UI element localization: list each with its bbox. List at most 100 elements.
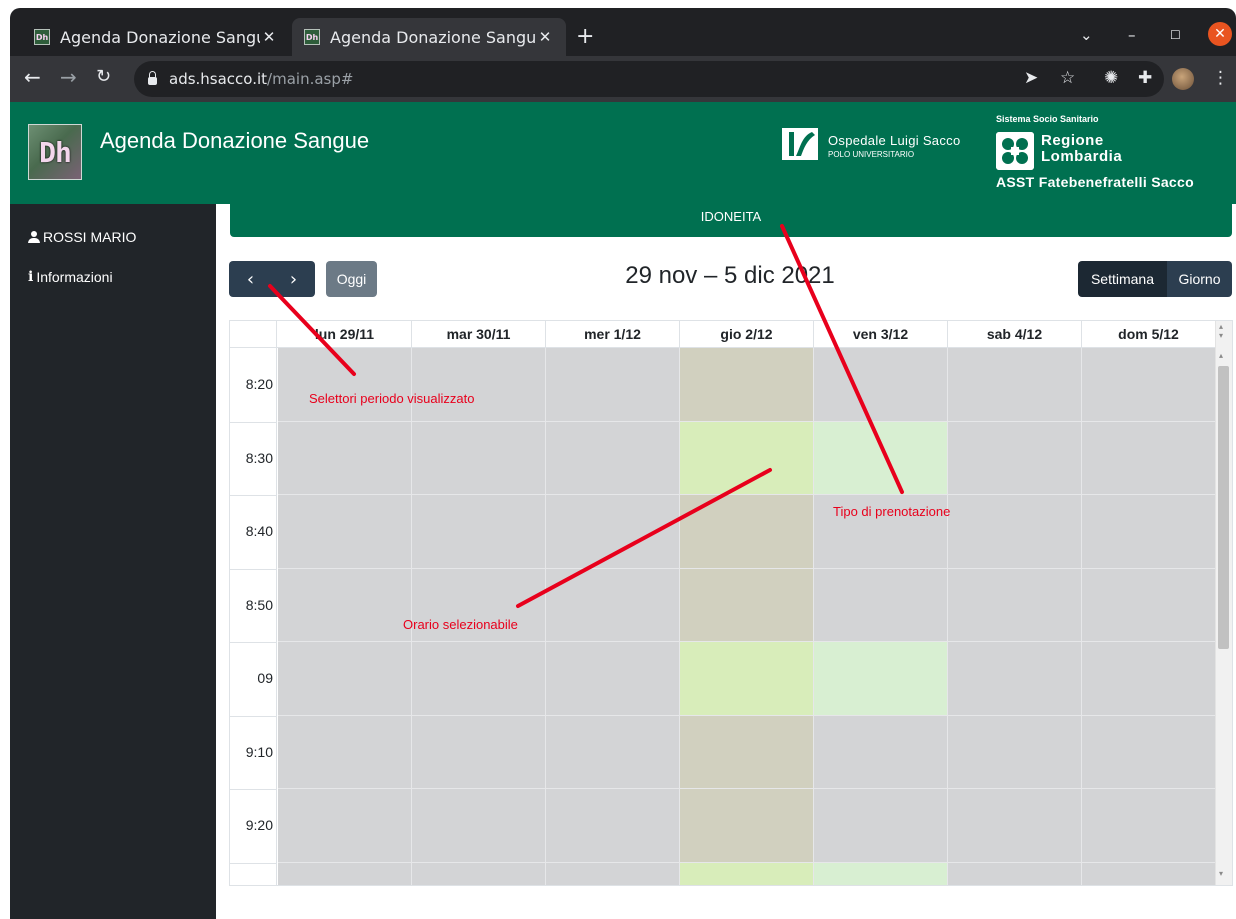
url-path: /main.asp# xyxy=(267,70,354,88)
time-slot xyxy=(814,715,948,789)
reload-icon[interactable]: ↻ xyxy=(96,66,111,88)
back-arrow-icon[interactable]: ← xyxy=(24,66,41,88)
view-day-button[interactable]: Giorno xyxy=(1167,261,1232,297)
forward-arrow-icon[interactable]: → xyxy=(60,66,77,88)
tab-search-chevron-icon[interactable]: ⌄ xyxy=(1080,26,1093,44)
time-slot xyxy=(546,862,680,885)
day-header: lun 29/11 xyxy=(278,321,412,348)
maximize-window-icon[interactable]: ☐ xyxy=(1170,28,1181,42)
time-slot xyxy=(948,642,1082,716)
time-label: 9:10 xyxy=(245,743,273,760)
time-slot xyxy=(412,715,546,789)
time-slot xyxy=(546,642,680,716)
time-slot-selectable[interactable] xyxy=(680,642,814,716)
time-label: 09 xyxy=(257,670,273,686)
time-slot-selectable[interactable] xyxy=(814,421,948,495)
browser-menu-icon[interactable]: ⋮ xyxy=(1212,68,1229,88)
time-slot xyxy=(814,348,948,422)
today-button[interactable]: Oggi xyxy=(326,261,377,297)
scroll-down-arrow-icon[interactable]: ▾ xyxy=(1219,331,1223,340)
send-tab-icon[interactable]: ➤ xyxy=(1024,68,1038,88)
bookmark-star-icon[interactable]: ☆ xyxy=(1060,68,1075,88)
time-label: 8:20 xyxy=(245,376,273,392)
time-slot xyxy=(278,862,412,885)
browser-toolbar: ← → ↻ ads.hsacco.it/main.asp# ➤ ☆ ✺ ✚ ⋮ xyxy=(10,56,1236,102)
time-slot xyxy=(278,348,412,422)
url-host: ads.hsacco.it xyxy=(169,70,268,88)
time-slot xyxy=(546,715,680,789)
sidebar-item-info[interactable]: i Informazioni xyxy=(28,269,113,285)
tab-close-icon[interactable]: ✕ xyxy=(536,28,554,46)
user-icon xyxy=(28,231,40,243)
time-slot xyxy=(278,568,412,642)
time-slot-selectable[interactable] xyxy=(680,862,814,885)
time-slot-selectable[interactable] xyxy=(814,862,948,885)
time-slot xyxy=(680,495,814,569)
time-slot xyxy=(814,789,948,863)
address-bar[interactable]: ads.hsacco.it/main.asp# xyxy=(134,61,1164,97)
time-slot xyxy=(278,642,412,716)
day-header: ven 3/12 xyxy=(814,321,948,348)
lock-icon xyxy=(148,71,157,85)
time-slot xyxy=(278,495,412,569)
calendar-scroll-thumb[interactable] xyxy=(1218,366,1229,649)
time-slot xyxy=(1082,642,1216,716)
time-slot xyxy=(680,348,814,422)
info-icon: i xyxy=(28,269,34,285)
time-slot-selectable[interactable] xyxy=(680,421,814,495)
browser-tab-active[interactable]: Dh Agenda Donazione Sangue ✕ xyxy=(292,18,566,56)
close-window-icon[interactable]: ✕ xyxy=(1208,22,1232,46)
time-slot xyxy=(680,789,814,863)
calendar-header-row: lun 29/11 mar 30/11 mer 1/12 gio 2/12 ven 3/… xyxy=(230,321,1216,348)
time-slot xyxy=(814,568,948,642)
annotation-booking-type: Tipo di prenotazione xyxy=(833,504,951,519)
extensions-puzzle-icon[interactable]: ✚ xyxy=(1138,68,1152,88)
tab-title: Agenda Donazione Sangue xyxy=(60,27,260,47)
time-slot xyxy=(412,789,546,863)
day-header: sab 4/12 xyxy=(948,321,1082,348)
period-nav-group: ‹ › xyxy=(229,261,315,297)
sidebar-item-user[interactable]: ROSSI MARIO xyxy=(28,229,136,245)
app-header: Dh Agenda Donazione Sangue Ospedale Luig… xyxy=(10,102,1236,204)
time-slot xyxy=(278,421,412,495)
time-slot xyxy=(948,568,1082,642)
extension-gear-icon[interactable]: ✺ xyxy=(1104,68,1118,88)
time-slot xyxy=(948,862,1082,885)
scroll-down-arrow-icon[interactable]: ▾ xyxy=(1219,869,1223,878)
prev-period-button[interactable]: ‹ xyxy=(229,261,272,297)
profile-avatar[interactable] xyxy=(1172,68,1194,90)
header-gutter xyxy=(230,321,277,348)
region-name: Regione Lombardia xyxy=(1041,133,1122,165)
day-header: mar 30/11 xyxy=(412,321,546,348)
time-slot xyxy=(1082,495,1216,569)
view-week-button[interactable]: Settimana xyxy=(1078,261,1167,297)
time-slot xyxy=(1082,348,1216,422)
time-slot xyxy=(948,495,1082,569)
next-period-button[interactable]: › xyxy=(272,261,315,297)
app-logo[interactable]: Dh xyxy=(28,124,82,180)
time-slot xyxy=(412,495,546,569)
time-slot xyxy=(546,421,680,495)
scroll-up-arrow-icon[interactable]: ▴ xyxy=(1219,322,1223,331)
minimize-window-icon[interactable]: – xyxy=(1128,26,1136,44)
browser-tab[interactable]: Dh Agenda Donazione Sangue ✕ xyxy=(22,18,290,56)
time-label: 8:40 xyxy=(245,523,273,539)
scroll-up-arrow-icon[interactable]: ▴ xyxy=(1219,351,1223,360)
favicon-icon: Dh xyxy=(34,29,50,45)
hospital-subtitle: POLO UNIVERSITARIO xyxy=(828,150,915,159)
regione-lombardia-logo xyxy=(996,132,1034,170)
time-slot xyxy=(412,862,546,885)
time-slot xyxy=(1082,789,1216,863)
time-slot xyxy=(278,789,412,863)
time-slot xyxy=(680,568,814,642)
day-header: dom 5/12 xyxy=(1082,321,1216,348)
booking-type-banner[interactable]: IDONEITA xyxy=(230,204,1232,237)
hospital-name: Ospedale Luigi Sacco xyxy=(828,133,961,148)
tab-close-icon[interactable]: ✕ xyxy=(260,28,278,46)
browser-tab-strip: Dh Agenda Donazione Sangue ✕ Dh Agenda D… xyxy=(10,8,1236,56)
time-gutter-line xyxy=(230,495,277,496)
sidebar-user-label: ROSSI MARIO xyxy=(43,229,137,245)
new-tab-button[interactable]: + xyxy=(576,26,594,48)
time-slot-selectable[interactable] xyxy=(814,642,948,716)
app-title: Agenda Donazione Sangue xyxy=(100,128,370,153)
